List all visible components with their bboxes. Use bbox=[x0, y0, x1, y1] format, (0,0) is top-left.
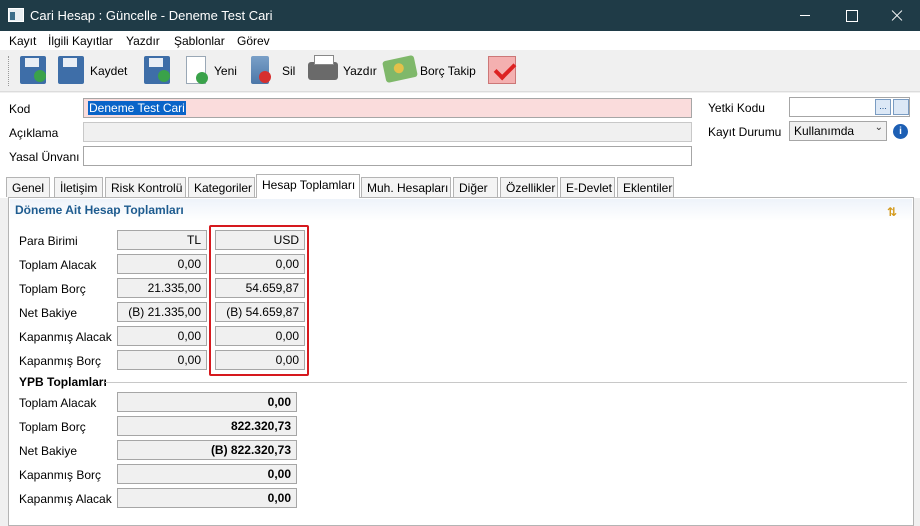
kayit-durumu-select[interactable]: Kullanımda ⌄ bbox=[789, 121, 887, 141]
ypb-kapanmis-alacak: 0,00 bbox=[117, 488, 297, 508]
toolbar-grip bbox=[8, 56, 11, 86]
toolbar: Kaydet Yeni Sil Yazdır Borç Takip bbox=[0, 50, 920, 92]
ypb-toplam-borc: 822.320,73 bbox=[117, 416, 297, 436]
money-icon[interactable] bbox=[382, 54, 418, 84]
kod-label: Kod bbox=[9, 102, 31, 116]
tab-risk-kontrolu[interactable]: Risk Kontrolü bbox=[105, 177, 186, 197]
minimize-icon[interactable] bbox=[782, 0, 828, 31]
tab-e-devlet[interactable]: E-Devlet bbox=[560, 177, 615, 197]
window-title: Cari Hesap : Güncelle - Deneme Test Cari bbox=[30, 8, 273, 23]
kod-input[interactable]: Deneme Test Cari bbox=[83, 98, 692, 118]
save-icon[interactable] bbox=[58, 56, 84, 84]
aciklama-label: Açıklama bbox=[9, 126, 59, 140]
ypb-label-toplam-borc: Toplam Borç bbox=[19, 420, 86, 434]
row-label-toplam-alacak: Toplam Alacak bbox=[19, 258, 97, 272]
yetki-kodu-input[interactable] bbox=[789, 97, 910, 117]
delete-button[interactable]: Sil bbox=[282, 64, 295, 78]
new-button[interactable]: Yeni bbox=[214, 64, 237, 78]
menu-gorev[interactable]: Görev bbox=[237, 34, 270, 48]
approve-check-icon[interactable] bbox=[488, 56, 516, 84]
save-new-icon[interactable] bbox=[144, 56, 170, 84]
yasal-unvan-label: Yasal Ünvanı bbox=[9, 150, 80, 164]
tab-iletisim[interactable]: İletişim bbox=[54, 177, 103, 197]
menu-ilgili-kayitlar[interactable]: İlgili Kayıtlar bbox=[48, 34, 113, 48]
tab-ozellikler[interactable]: Özellikler bbox=[500, 177, 558, 197]
yetki-kodu-browse-button[interactable]: ... bbox=[875, 99, 891, 115]
ypb-label-kapanmis-alacak: Kapanmış Alacak bbox=[19, 492, 112, 506]
menu-sablonlar[interactable]: Şablonlar bbox=[174, 34, 225, 48]
save-button[interactable]: Kaydet bbox=[90, 64, 127, 78]
kod-value: Deneme Test Cari bbox=[88, 101, 186, 115]
delete-icon[interactable] bbox=[251, 56, 271, 84]
yetki-kodu-label: Yetki Kodu bbox=[708, 101, 765, 115]
tab-muh-hesaplari[interactable]: Muh. Hesapları bbox=[361, 177, 451, 197]
chevron-down-icon: ⌄ bbox=[874, 122, 883, 133]
new-document-icon[interactable] bbox=[186, 56, 208, 84]
tab-eklentiler[interactable]: Eklentiler bbox=[617, 177, 674, 197]
yetki-kodu-list-icon[interactable] bbox=[893, 99, 909, 115]
yasal-unvan-input[interactable] bbox=[83, 146, 692, 166]
close-icon[interactable] bbox=[874, 0, 920, 31]
account-form: Kod Deneme Test Cari Açıklama Yasal Ünva… bbox=[0, 93, 920, 171]
hesap-toplamlari-panel: Döneme Ait Hesap Toplamları ⇅ Para Birim… bbox=[8, 197, 914, 526]
info-icon[interactable]: i bbox=[893, 124, 908, 139]
app-window-icon bbox=[8, 8, 24, 22]
tab-strip: Genel İletişim Risk Kontrolü Kategoriler… bbox=[0, 171, 920, 198]
kapanmis-alacak-tl: 0,00 bbox=[117, 326, 207, 346]
printer-icon[interactable] bbox=[308, 55, 338, 80]
tab-diger[interactable]: Diğer bbox=[453, 177, 498, 197]
net-bakiye-tl: (B) 21.335,00 bbox=[117, 302, 207, 322]
menu-bar: Kayıt İlgili Kayıtlar Yazdır Şablonlar G… bbox=[0, 31, 920, 50]
ypb-toplam-alacak: 0,00 bbox=[117, 392, 297, 412]
usd-column-highlight bbox=[209, 225, 309, 376]
row-label-kapanmis-borc: Kapanmış Borç bbox=[19, 354, 102, 368]
ypb-label-net-bakiye: Net Bakiye bbox=[19, 444, 78, 458]
tab-hesap-toplamlari[interactable]: Hesap Toplamları bbox=[256, 174, 360, 198]
maximize-icon[interactable] bbox=[828, 0, 874, 31]
save-refresh-icon[interactable] bbox=[20, 56, 46, 84]
print-button[interactable]: Yazdır bbox=[343, 64, 377, 78]
row-label-net-bakiye: Net Bakiye bbox=[19, 306, 78, 320]
menu-kayit[interactable]: Kayıt bbox=[9, 34, 36, 48]
toplam-borc-tl: 21.335,00 bbox=[117, 278, 207, 298]
row-label-toplam-borc: Toplam Borç bbox=[19, 282, 86, 296]
tab-genel[interactable]: Genel bbox=[6, 177, 50, 197]
ypb-label-toplam-alacak: Toplam Alacak bbox=[19, 396, 97, 410]
ypb-net-bakiye: (B) 822.320,73 bbox=[117, 440, 297, 460]
kayit-durumu-value: Kullanımda bbox=[794, 124, 855, 138]
tab-kategoriler[interactable]: Kategoriler bbox=[188, 177, 255, 197]
kapanmis-borc-tl: 0,00 bbox=[117, 350, 207, 370]
aciklama-input[interactable] bbox=[83, 122, 692, 142]
toplam-alacak-tl: 0,00 bbox=[117, 254, 207, 274]
para-birimi-tl: TL bbox=[117, 230, 207, 250]
ypb-title: YPB Toplamları bbox=[19, 375, 107, 389]
row-label-kapanmis-alacak: Kapanmış Alacak bbox=[19, 330, 112, 344]
swap-arrows-icon[interactable]: ⇅ bbox=[887, 206, 901, 218]
section-title: Döneme Ait Hesap Toplamları bbox=[15, 203, 184, 217]
menu-yazdir[interactable]: Yazdır bbox=[126, 34, 160, 48]
ypb-label-kapanmis-borc: Kapanmış Borç bbox=[19, 468, 102, 482]
kayit-durumu-label: Kayıt Durumu bbox=[708, 125, 782, 139]
debt-tracking-button[interactable]: Borç Takip bbox=[420, 64, 476, 78]
ypb-kapanmis-borc: 0,00 bbox=[117, 464, 297, 484]
row-label-para-birimi: Para Birimi bbox=[19, 234, 78, 248]
title-bar: Cari Hesap : Güncelle - Deneme Test Cari bbox=[0, 0, 920, 31]
ypb-divider bbox=[105, 382, 907, 383]
